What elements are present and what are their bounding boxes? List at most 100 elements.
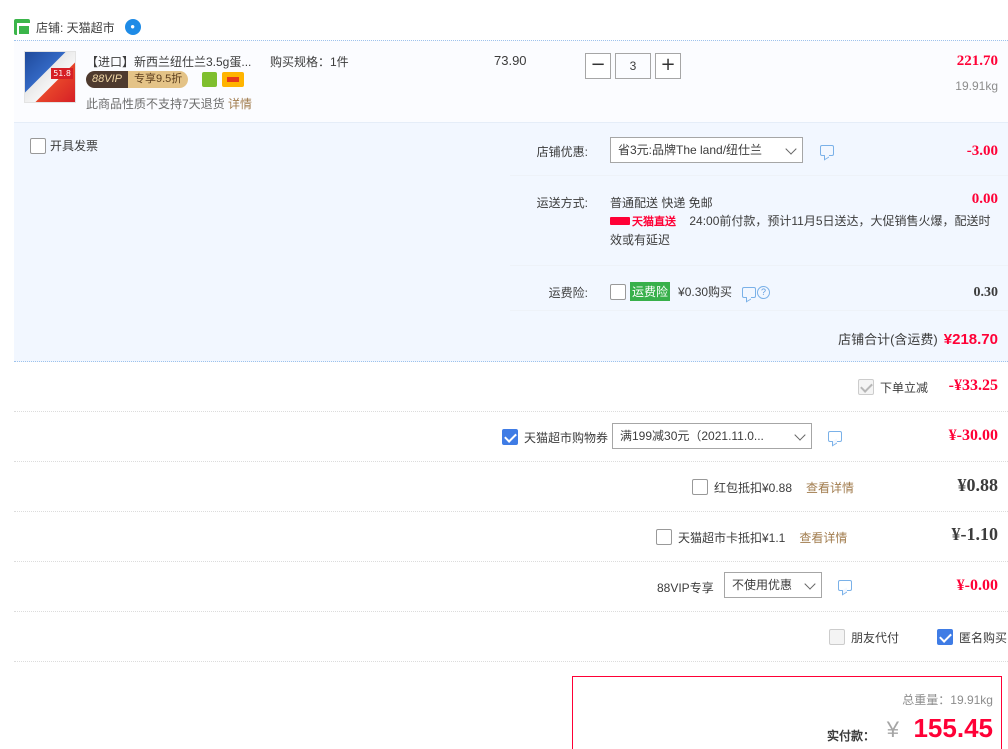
chat-icon[interactable] [742,287,756,298]
coupon-select-value: 满199减30元（2021.11.0... [620,429,764,443]
invoice-checkbox[interactable] [30,137,46,154]
product-title[interactable]: 【进口】新西兰纽仕兰3.5g蛋... [86,53,251,70]
chevron-down-icon [785,143,797,155]
chat-icon[interactable] [828,431,842,442]
insurance-checkbox[interactable] [610,283,626,300]
vip-value: ¥-0.00 [956,577,998,594]
vip-select[interactable]: 不使用优惠 [724,572,822,598]
cart-item-row: 51.8 【进口】新西兰纽仕兰3.5g蛋... 88VIP 专享9.5折 此商品… [14,40,1008,122]
insurance-badge: 运费险 [630,282,671,301]
invoice-label: 开具发票 [50,139,99,153]
coupon-option[interactable]: 天猫超市购物券 [502,412,608,462]
thumbnail-price-badge: 51.8 [51,68,73,79]
chevron-down-icon [794,429,806,441]
unit-price: 73.90 [494,53,527,68]
chat-icon[interactable] [820,145,834,156]
red-packet-value: ¥0.88 [957,475,999,495]
order-options: 开具发票 店铺优惠: 省3元:品牌The land/纽仕兰 -3.00 运送方式… [14,122,1008,362]
no-return-notice: 此商品性质不支持7天退货 详情 [86,95,252,112]
payment-amount: 155.45 [913,713,993,743]
red-packet-row: 红包抵扣¥0.88 查看详情 ¥0.88 [14,462,1008,512]
coupon-select[interactable]: 满199减30元（2021.11.0... [612,423,812,449]
red-packet-label: 红包抵扣¥0.88 [714,480,793,495]
shipping-value: 0.00 [971,191,998,207]
insurance-value: 0.30 [973,285,999,300]
vip-discount-badge: 88VIP 专享9.5折 [86,71,189,88]
store-discount-select[interactable]: 省3元:品牌The land/纽仕兰 [610,137,803,163]
card-icon [222,72,244,87]
instant-discount-value: -¥33.25 [948,377,998,394]
instant-discount-option: 下单立减 [857,362,928,412]
shop-header: 店铺: 天猫超市 ● [14,16,141,38]
line-total: 221.70 [956,53,998,69]
vip-label-cell: 88VIP专享 [657,562,714,612]
shipping-method: 普通配送 快递 免邮 [610,196,713,210]
instant-discount-checkbox [857,379,874,395]
anonymous-label: 匿名购买 [959,630,1008,645]
red-packet-option[interactable]: 红包抵扣¥0.88 查看详情 [692,462,854,512]
pay-options-row: 朋友代付 匿名购买 [14,612,1008,662]
store-discount-select-value: 省3元:品牌The land/纽仕兰 [618,143,763,157]
store-discount-label: 店铺优惠: [536,145,588,159]
card-label: 天猫超市卡抵扣¥1.1 [678,530,786,545]
red-packet-checkbox[interactable] [692,479,708,495]
anonymous-option[interactable]: 匿名购买 [937,612,1007,662]
payment-label: 实付款： [826,729,875,743]
coupon-row: 天猫超市购物券 满199减30元（2021.11.0... ¥-30.00 [14,412,1008,462]
store-discount-value: -3.00 [966,143,998,159]
insurance-row: 运费险: 运费险 ¥0.30购买 ? 0.30 [510,266,1008,311]
card-row: 天猫超市卡抵扣¥1.1 查看详情 ¥-1.10 [14,512,1008,562]
qty-plus-button[interactable]: + [655,53,681,79]
vip-badge-discount: 专享9.5折 [127,71,189,88]
insurance-label: 运费险: [548,286,588,300]
qty-minus-button[interactable]: − [585,53,611,79]
vip-row: 88VIP专享 不使用优惠 ¥-0.00 [14,562,1008,612]
vip-badge-label: 88VIP [86,71,128,88]
tmall-direct-tag: 天猫直送 [610,216,676,228]
coupon-label: 天猫超市购物券 [524,430,609,445]
payment-summary: 总重量：19.91kg 实付款： ¥ 155.45 [572,676,1002,749]
store-discount-row: 店铺优惠: 省3元:品牌The land/纽仕兰 -3.00 [510,123,1008,176]
card-value: ¥-1.10 [951,524,999,544]
no-return-text: 此商品性质不支持7天退货 [86,97,225,111]
card-detail-link[interactable]: 查看详情 [799,529,847,546]
detail-link[interactable]: 详情 [228,97,252,111]
product-thumbnail[interactable]: 51.8 [24,51,76,103]
insurance-price: ¥0.30购买 [678,285,733,299]
friend-pay-checkbox [829,629,845,645]
chevron-down-icon [804,578,816,590]
chat-icon[interactable] [838,580,852,591]
shop-total-label: 店铺合计(含运费) [838,332,938,347]
anonymous-checkbox[interactable] [937,629,953,645]
wangwang-chat-icon[interactable]: ● [124,19,141,35]
vip-label: 88VIP专享 [657,580,714,595]
shipping-row: 运送方式: 普通配送 快递 免邮 0.00 天猫直送 24:00前付款，预计11… [510,176,1008,266]
line-weight: 19.91kg [955,79,998,93]
shop-total-value: ¥218.70 [943,331,998,348]
coupon-value: ¥-30.00 [948,427,998,444]
shipping-note: 天猫直送 24:00前付款，预计11月5日送达，大促销售火爆，配送时效或有延迟 [610,212,998,249]
insurance-option[interactable]: 运费险 ¥0.30购买 [610,282,732,301]
shop-name[interactable]: 店铺: 天猫超市 [36,19,115,36]
service-icon [202,72,217,87]
invoice-option[interactable]: 开具发票 [30,137,98,154]
total-weight: 总重量：19.91kg [902,693,993,707]
shop-icon [14,19,31,36]
instant-discount-row: 下单立减 -¥33.25 [14,362,1008,412]
card-option[interactable]: 天猫超市卡抵扣¥1.1 查看详情 [656,512,847,562]
quantity-stepper: − 3 + [585,53,681,79]
shipping-label: 运送方式: [536,196,588,210]
friend-pay-option: 朋友代付 [829,612,899,662]
instant-discount-label: 下单立减 [879,380,928,395]
coupon-checkbox[interactable] [502,429,518,445]
red-packet-detail-link[interactable]: 查看详情 [806,479,854,496]
shop-total: 店铺合计(含运费) ¥218.70 [838,329,998,348]
vip-select-value: 不使用优惠 [732,578,793,592]
qty-input[interactable]: 3 [615,53,651,79]
card-checkbox[interactable] [656,529,672,545]
friend-pay-label: 朋友代付 [851,630,900,645]
purchase-spec: 购买规格：1件 [270,55,349,69]
yen-symbol: ¥ [886,717,899,742]
shop-options-pane: 店铺优惠: 省3元:品牌The land/纽仕兰 -3.00 运送方式: 普通配… [510,123,1008,311]
help-icon[interactable]: ? [757,286,770,299]
